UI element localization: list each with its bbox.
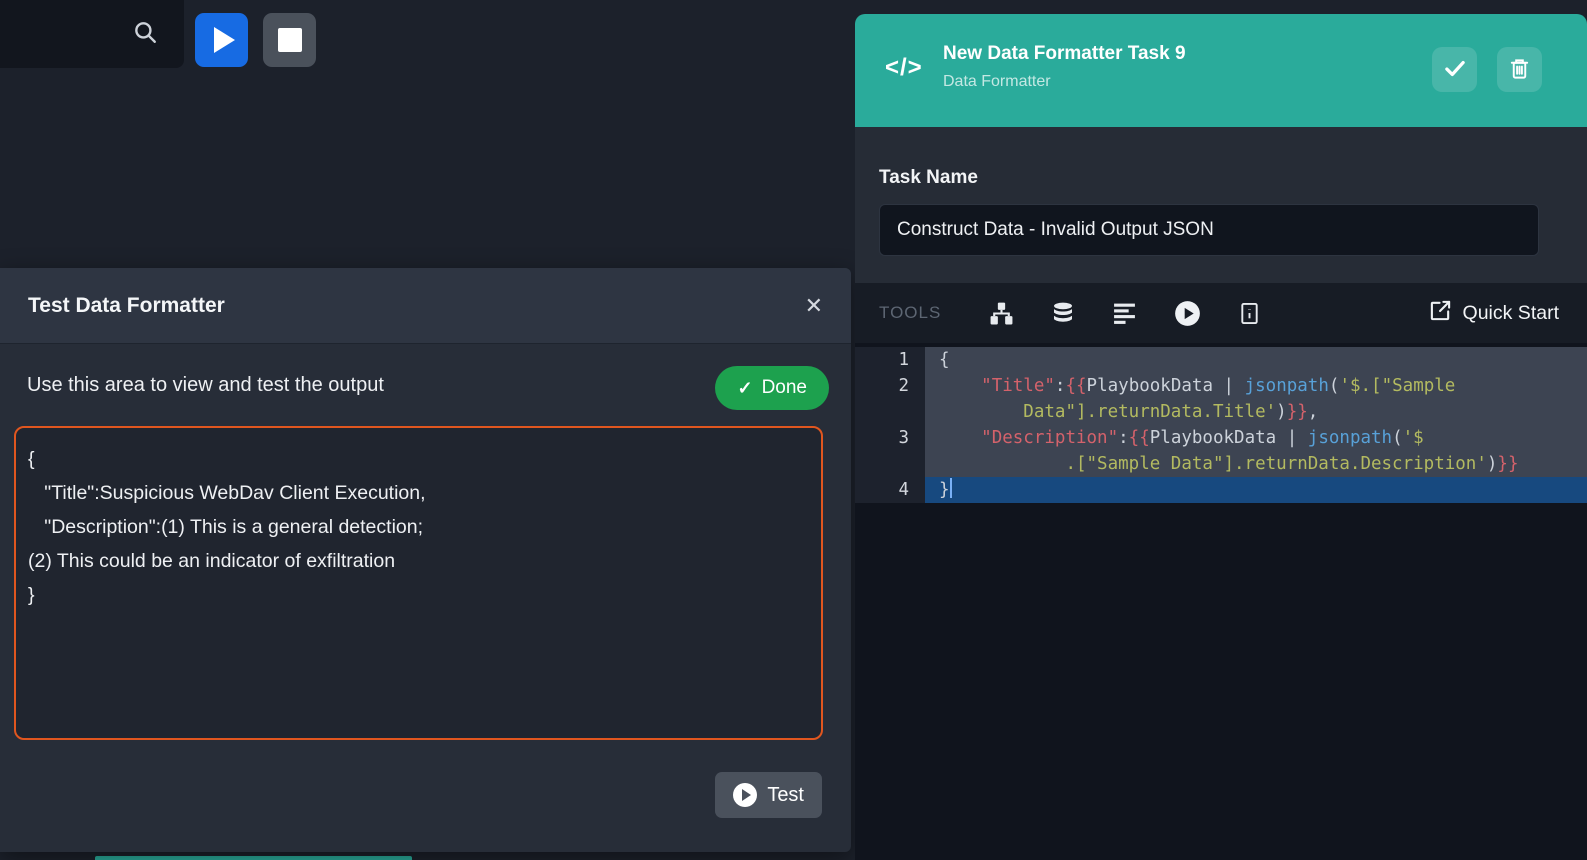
line-number: 1 [855, 347, 925, 373]
tools-label: TOOLS [879, 303, 941, 323]
code-line-1[interactable]: 1{ [855, 347, 1587, 373]
task-subtitle: Data Formatter [943, 73, 1051, 91]
text-cursor [950, 478, 952, 498]
search-icon [132, 19, 158, 50]
code-editor[interactable]: 1{2 "Title":{{PlaybookData | jsonpath('$… [855, 343, 1587, 860]
playbook-editor-screen: Test Data Formatter ✕ Use this area to v… [0, 0, 1587, 860]
file-info-icon[interactable] [1238, 301, 1261, 326]
test-output-textarea[interactable]: { "Title":Suspicious WebDav Client Execu… [14, 426, 823, 740]
done-button-label: Done [762, 377, 807, 399]
line-number: 2 [855, 373, 925, 425]
search-input[interactable] [10, 14, 120, 54]
code-icon: </> [885, 54, 923, 82]
database-icon[interactable] [1051, 301, 1075, 326]
test-data-formatter-modal: Test Data Formatter ✕ Use this area to v… [0, 268, 851, 852]
external-link-icon [1429, 299, 1452, 328]
delete-task-button[interactable] [1497, 47, 1542, 92]
line-number: 4 [855, 477, 925, 503]
test-button-label: Test [767, 784, 804, 807]
test-button[interactable]: Test [715, 772, 822, 818]
text-lines-icon[interactable] [1112, 301, 1137, 326]
trash-icon [1508, 56, 1531, 84]
done-button[interactable]: ✓ Done [715, 366, 829, 410]
task-panel-body: Task Name [855, 127, 1587, 283]
confirm-task-button[interactable] [1432, 47, 1477, 92]
stop-icon [278, 28, 302, 52]
close-icon[interactable]: ✕ [805, 295, 823, 317]
stop-playbook-button[interactable] [263, 13, 316, 67]
modal-instruction: Use this area to view and test the outpu… [27, 374, 384, 397]
quick-start-button[interactable]: Quick Start [1429, 299, 1563, 328]
line-number: 3 [855, 425, 925, 477]
play-icon [214, 27, 235, 53]
task-name-label: Task Name [879, 167, 978, 189]
code-content: } [925, 477, 1587, 503]
quick-start-label: Quick Start [1463, 302, 1559, 325]
task-panel-header: </> New Data Formatter Task 9 Data Forma… [855, 14, 1587, 127]
code-line-2[interactable]: 2 "Title":{{PlaybookData | jsonpath('$.[… [855, 373, 1587, 425]
check-icon [1442, 55, 1468, 84]
hierarchy-icon[interactable] [989, 301, 1014, 326]
code-content: { [925, 347, 1587, 373]
code-content: "Description":{{PlaybookData | jsonpath(… [925, 425, 1587, 477]
code-line-3[interactable]: 3 "Description":{{PlaybookData | jsonpat… [855, 425, 1587, 477]
playbook-node-edge[interactable] [95, 856, 412, 860]
task-title: New Data Formatter Task 9 [943, 43, 1186, 65]
play-circle-icon[interactable] [1174, 300, 1201, 327]
code-line-4[interactable]: 4} [855, 477, 1587, 503]
check-icon: ✓ [737, 378, 752, 399]
search-box[interactable] [0, 0, 184, 68]
run-playbook-button[interactable] [195, 13, 248, 67]
tools-bar: TOOLS Quick Start [855, 283, 1587, 343]
play-circle-icon [733, 783, 757, 807]
code-content: "Title":{{PlaybookData | jsonpath('$.["S… [925, 373, 1587, 425]
modal-title: Test Data Formatter [28, 294, 225, 318]
task-name-input[interactable] [879, 204, 1539, 256]
modal-header: Test Data Formatter ✕ [0, 268, 851, 344]
task-panel: </> New Data Formatter Task 9 Data Forma… [855, 14, 1587, 860]
